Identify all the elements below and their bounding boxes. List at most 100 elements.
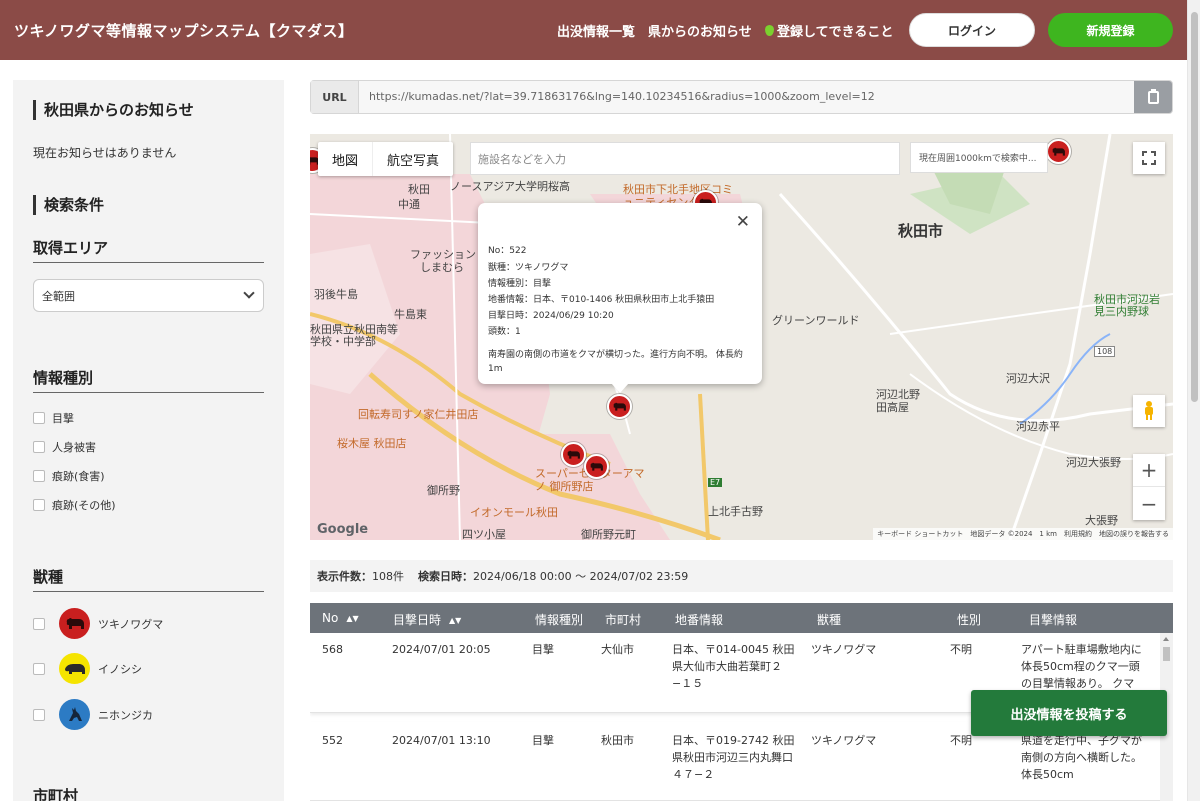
nav-register-benefits-label: 登録してできること bbox=[777, 25, 894, 40]
tab-aerial[interactable]: 航空写真 bbox=[373, 142, 453, 176]
info-type-label: 痕跡(その他) bbox=[52, 499, 116, 512]
bear-marker[interactable] bbox=[607, 394, 632, 419]
period-label: 検索日時： bbox=[418, 570, 473, 583]
area-title: 取得エリア bbox=[33, 237, 264, 263]
checkbox[interactable] bbox=[33, 412, 45, 424]
bear-marker[interactable] bbox=[561, 442, 586, 467]
animal-option-boar[interactable]: イノシシ bbox=[33, 653, 142, 684]
cell-city: 秋田市 bbox=[601, 734, 634, 747]
header-no[interactable]: No ▲▼ bbox=[322, 611, 359, 625]
popup-description: 南寿園の南側の市道をクマが横切った。進行方向不明。 体長約1m bbox=[488, 350, 743, 374]
checkbox[interactable] bbox=[33, 441, 45, 453]
checkbox[interactable] bbox=[33, 499, 45, 511]
site-title[interactable]: ツキノワグマ等情報マップシステム【クマダス】 bbox=[14, 20, 354, 41]
animal-label: イノシシ bbox=[98, 662, 142, 676]
map-label-ushijima: 羽後牛島 bbox=[314, 288, 358, 301]
zoom-out-button[interactable]: − bbox=[1133, 487, 1165, 520]
place-search-input[interactable]: 施設名などを入力 bbox=[470, 142, 900, 175]
login-button[interactable]: ログイン bbox=[909, 13, 1035, 47]
count-label: 表示件数： bbox=[317, 570, 372, 583]
cell-species: ツキノワグマ bbox=[811, 643, 877, 656]
street-view-button[interactable] bbox=[1133, 395, 1165, 427]
sort-icon: ▲▼ bbox=[346, 614, 359, 623]
info-type-option[interactable]: 痕跡(食害) bbox=[33, 468, 105, 484]
area-select-value: 全範囲 bbox=[42, 289, 75, 303]
map-attribution[interactable]: キーボード ショートカット 地図データ ©2024 1 km 利用規約 地図の誤… bbox=[873, 528, 1173, 540]
animal-label: ニホンジカ bbox=[98, 708, 153, 722]
header-info: 目撃情報 bbox=[1029, 613, 1078, 627]
popup-info-type: 情報種別：目撃 bbox=[488, 279, 552, 289]
page-scrollbar-thumb[interactable] bbox=[1191, 12, 1198, 402]
register-button[interactable]: 新規登録 bbox=[1048, 13, 1173, 47]
pegman-icon bbox=[1145, 401, 1153, 420]
count-value: 108件 bbox=[372, 570, 404, 583]
nav-prefecture-notices[interactable]: 県からのお知らせ bbox=[648, 21, 752, 40]
checkbox[interactable] bbox=[33, 617, 45, 630]
result-summary: 表示件数： 108件 検索日時： 2024/06/18 00:00 〜 2024… bbox=[310, 560, 1173, 592]
sidebar: 秋田県からのお知らせ 現在お知らせはありません 検索条件 取得エリア 全範囲 情… bbox=[13, 80, 284, 801]
info-type-option[interactable]: 人身被害 bbox=[33, 439, 96, 455]
cell-type: 目撃 bbox=[532, 734, 554, 747]
animal-title: 獣種 bbox=[33, 566, 264, 592]
map-label-sushi: 回転寿司すノ家仁井田店 bbox=[358, 408, 479, 421]
map-label-sakuragi: 桜木屋 秋田店 bbox=[337, 437, 407, 450]
animal-option-deer[interactable]: ニホンジカ bbox=[33, 699, 153, 730]
route-shield: E7 bbox=[708, 478, 723, 487]
header-sex: 性別 bbox=[957, 613, 982, 627]
map-label-obari: 大張野 bbox=[1085, 514, 1118, 527]
map-label-kawabe-iwami: 秋田市河辺岩見三内野球 bbox=[1094, 293, 1160, 318]
info-type-option[interactable]: 目撃 bbox=[33, 410, 74, 426]
popup-address: 地番情報：日本、〒010-1406 秋田県秋田市上北手猿田 bbox=[488, 295, 715, 305]
checkbox[interactable] bbox=[33, 708, 45, 721]
site-header: ツキノワグマ等情報マップシステム【クマダス】 出没情報一覧 県からのお知らせ 登… bbox=[0, 0, 1187, 60]
map-label-school: 秋田県立秋田南等学校・中学部 bbox=[310, 323, 398, 348]
close-popup-button[interactable]: ✕ bbox=[736, 212, 750, 232]
header-city: 市町村 bbox=[605, 613, 642, 627]
cell-no: 552 bbox=[322, 734, 343, 747]
zoom-control: + − bbox=[1133, 454, 1165, 520]
map-label-kawabe-kitano: 河辺北野田高屋 bbox=[876, 388, 920, 414]
tab-map[interactable]: 地図 bbox=[318, 142, 374, 176]
notice-text: 現在お知らせはありません bbox=[33, 146, 177, 160]
popup-species: 獣種：ツキノワグマ bbox=[488, 263, 569, 273]
cell-address: 日本、〒014-0045 秋田 県大仙市大曲若葉町２ −１５ bbox=[672, 643, 795, 690]
city-title: 市町村 bbox=[33, 787, 79, 801]
area-select[interactable]: 全範囲 bbox=[33, 279, 264, 312]
fullscreen-button[interactable] bbox=[1133, 142, 1165, 174]
table-scrollbar-thumb[interactable] bbox=[1163, 647, 1170, 661]
map-label-ushijima-east: 牛島東 bbox=[394, 308, 427, 321]
map-label-nakadori: 中通 bbox=[398, 198, 420, 211]
popup-no: No：522 bbox=[488, 246, 527, 256]
nav-register-benefits[interactable]: 登録してできること bbox=[765, 21, 893, 40]
bear-marker[interactable] bbox=[584, 454, 609, 479]
post-sighting-button[interactable]: 出没情報を投稿する bbox=[971, 690, 1167, 736]
map-label-akita: 秋田 bbox=[408, 183, 430, 196]
map-label-yotsugoya: 四ツ小屋 bbox=[462, 528, 506, 540]
chevron-down-icon bbox=[243, 287, 255, 299]
url-text[interactable]: https://kumadas.net/?lat=39.71863176&lng… bbox=[369, 90, 875, 103]
bear-marker[interactable] bbox=[1046, 139, 1071, 164]
page-scrollbar[interactable] bbox=[1187, 0, 1200, 801]
map-label-green-world: グリーンワールド bbox=[772, 314, 860, 327]
copy-url-button[interactable] bbox=[1134, 81, 1172, 113]
header-species: 獣種 bbox=[817, 613, 842, 627]
url-label: URL bbox=[311, 81, 359, 113]
checkbox[interactable] bbox=[33, 662, 45, 675]
map-label-goshono-motomachi: 御所野元町 bbox=[581, 528, 636, 540]
notice-title: 秋田県からのお知らせ bbox=[33, 100, 194, 120]
map-label-aeon: イオンモール秋田 bbox=[470, 506, 558, 519]
info-type-option[interactable]: 痕跡(その他) bbox=[33, 497, 116, 513]
map-label-goshono: 御所野 bbox=[427, 484, 460, 497]
animal-option-bear[interactable]: ツキノワグマ bbox=[33, 608, 163, 639]
header-datetime[interactable]: 目撃日時 ▲▼ bbox=[393, 611, 461, 628]
nav-sightings-list[interactable]: 出没情報一覧 bbox=[557, 21, 635, 40]
checkbox[interactable] bbox=[33, 470, 45, 482]
google-logo: Google bbox=[317, 522, 369, 537]
sort-icon: ▲▼ bbox=[449, 616, 462, 625]
scroll-up-icon[interactable] bbox=[1163, 637, 1169, 641]
cell-info: アパート駐車場敷地内に 体長50cm程のクマ一頭 の目撃情報あり。 クマ bbox=[1021, 643, 1142, 690]
cell-datetime: 2024/07/01 13:10 bbox=[392, 734, 491, 747]
cell-no: 568 bbox=[322, 643, 343, 656]
cell-sex: 不明 bbox=[950, 734, 972, 747]
zoom-in-button[interactable]: + bbox=[1133, 454, 1165, 487]
